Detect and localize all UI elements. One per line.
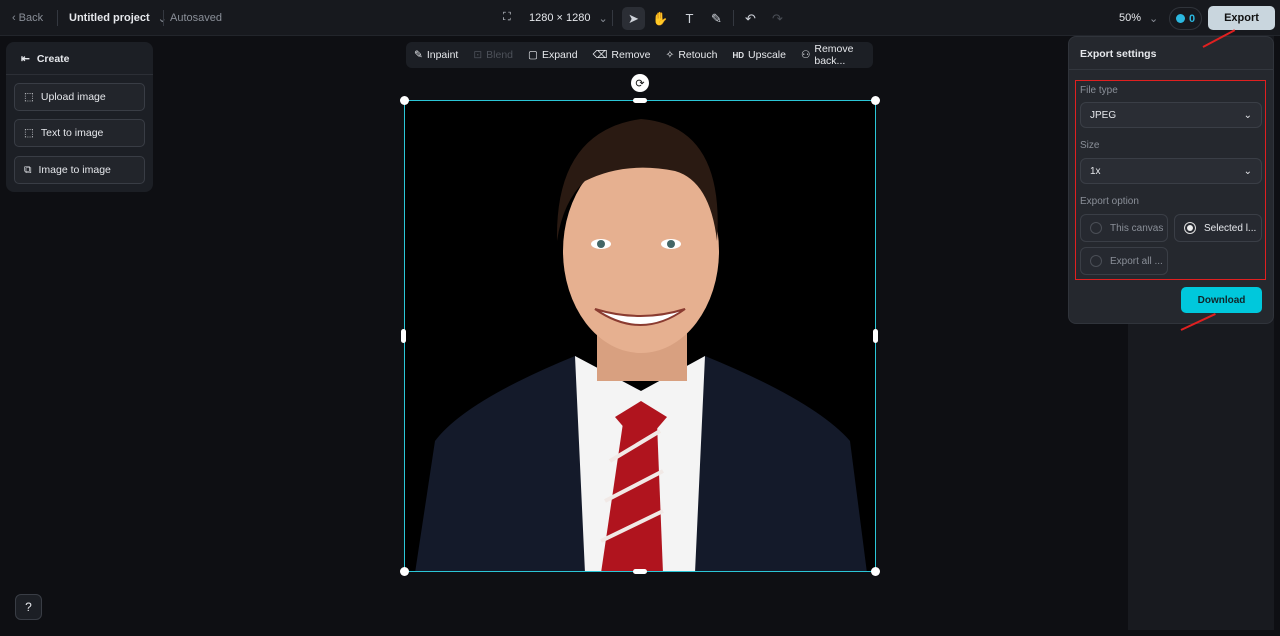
project-name-dropdown[interactable]: Untitled project⌄ (69, 12, 167, 25)
blend-button[interactable]: ⊡ Blend (473, 49, 513, 61)
expand-button[interactable]: ▢ Expand (528, 49, 578, 61)
text-image-icon: ⬚ (24, 127, 34, 139)
credit-icon (1175, 14, 1185, 23)
radio-icon (1090, 255, 1102, 267)
resize-handle[interactable] (400, 96, 409, 105)
resize-handle[interactable] (633, 98, 647, 103)
radio-checked-icon (1184, 222, 1196, 234)
rotate-icon[interactable]: ⟳ (631, 74, 649, 92)
retouch-button[interactable]: ✧ Retouch (666, 49, 718, 61)
canvas-size-dropdown[interactable]: 1280 × 1280 ⌄ (529, 12, 608, 25)
expand-icon: ▢ (528, 49, 538, 61)
image-to-image-button[interactable]: ⧉ Image to image (14, 156, 145, 184)
canvas-image[interactable] (404, 100, 876, 572)
inpaint-button[interactable]: ✎ Inpaint (414, 49, 458, 61)
portrait-photo (415, 119, 867, 571)
chevron-left-icon: ‹ (12, 12, 16, 24)
resize-icon[interactable]: ⛶ (503, 11, 511, 24)
resize-handle[interactable] (401, 329, 406, 343)
upload-image-button[interactable]: ⬚ Upload image (14, 83, 145, 111)
resize-handle[interactable] (633, 569, 647, 574)
resize-handle[interactable] (871, 96, 880, 105)
back-button[interactable]: ‹ Back (12, 12, 43, 24)
images-icon: ⧉ (24, 163, 32, 176)
file-type-select[interactable]: JPEG ⌄ (1080, 102, 1262, 128)
export-settings-popup: Export settings File type JPEG ⌄ Size 1x ⌄… (1068, 36, 1274, 324)
credits-badge[interactable]: 0 (1169, 7, 1202, 30)
blend-icon: ⊡ (473, 49, 483, 61)
upload-icon: ⬚ (24, 91, 34, 103)
resize-handle[interactable] (400, 567, 409, 576)
remove-background-button[interactable]: ⚇ Remove back... (801, 43, 873, 67)
remove-button[interactable]: ⌫ Remove (593, 49, 651, 61)
chevron-down-icon: ⌄ (1149, 13, 1159, 25)
download-button[interactable]: Download (1181, 287, 1262, 313)
top-bar: ‹Back Untitled project⌄ Autosaved ⛶ 1280… (0, 0, 1280, 36)
select-tool-icon[interactable]: ➤ (622, 7, 645, 30)
hand-tool-icon[interactable]: ✋ (649, 7, 672, 30)
image-toolbar: ✎ Inpaint ⊡ Blend ▢ Expand ⌫ Remove ✧ Retouch… (406, 42, 873, 68)
text-to-image-button[interactable]: ⬚ Text to image (14, 119, 145, 147)
save-status: Autosaved (170, 12, 222, 24)
size-select[interactable]: 1x ⌄ (1080, 158, 1262, 184)
zoom-dropdown[interactable]: 50% ⌄ (1119, 12, 1158, 25)
collapse-icon: ⇤ (21, 53, 30, 65)
chevron-down-icon: ⌄ (1243, 109, 1252, 121)
eraser-icon: ⌫ (592, 49, 608, 61)
create-panel: ⇤ Create ⬚ Upload image ⬚ Text to image ⧉ Im… (6, 42, 153, 192)
resize-handle[interactable] (873, 329, 878, 343)
upscale-button[interactable]: HD Upscale (732, 49, 786, 61)
text-tool-icon[interactable]: T (678, 7, 701, 30)
chevron-down-icon: ⌄ (598, 13, 608, 25)
brush-tool-icon[interactable]: ✎ (705, 7, 728, 30)
retouch-icon: ✧ (665, 49, 675, 61)
chevron-down-icon: ⌄ (1243, 165, 1252, 177)
export-button[interactable]: Export (1208, 6, 1275, 30)
radio-icon (1090, 222, 1102, 234)
person-icon: ⚇ (800, 49, 811, 61)
redo-icon[interactable]: ↷ (766, 7, 789, 30)
option-selected-layers[interactable]: Selected l... (1174, 214, 1262, 242)
option-this-canvas[interactable]: This canvas (1080, 214, 1168, 242)
create-back-button[interactable]: ⇤ Create (21, 53, 70, 65)
undo-icon[interactable]: ↶ (739, 7, 762, 30)
inpaint-icon: ✎ (414, 49, 423, 61)
help-icon[interactable]: ? (15, 594, 42, 620)
hd-icon: HD (732, 50, 745, 60)
resize-handle[interactable] (871, 567, 880, 576)
option-export-all[interactable]: Export all ... (1080, 247, 1168, 275)
